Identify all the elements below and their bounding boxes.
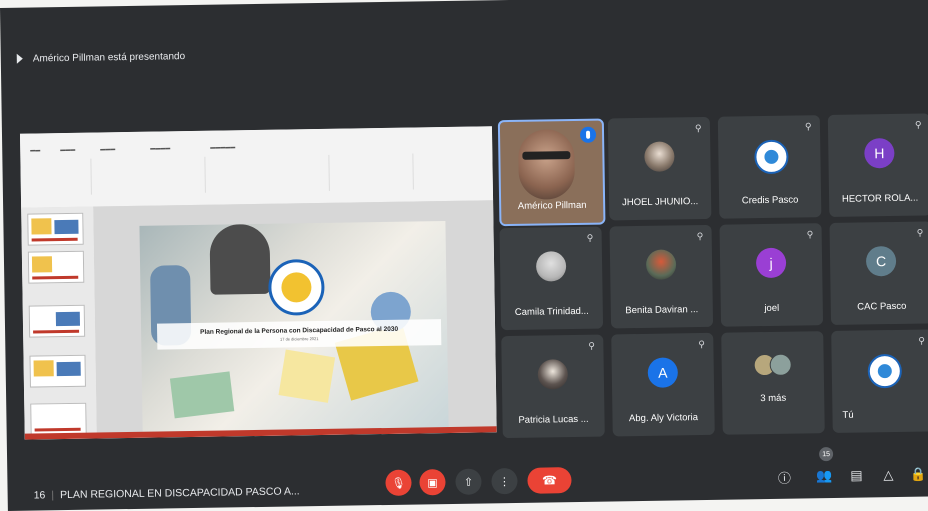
participant-name: Américo Pillman <box>517 199 587 212</box>
mic-toggle-button[interactable]: 🎙 <box>385 469 412 497</box>
slide-thumb[interactable] <box>27 250 85 284</box>
more-options-button[interactable]: ⋮ <box>491 467 518 495</box>
avatar: H <box>864 137 895 169</box>
participant-name: HECTOR ROLA... <box>841 192 919 205</box>
slide-photo: Plan Regional de la Persona con Discapac… <box>139 221 449 432</box>
activities-icon[interactable]: △ <box>879 466 897 484</box>
avatar <box>644 141 675 172</box>
participant-tile[interactable]: ⚲ Patricia Lucas ... <box>501 334 605 439</box>
logo-icon <box>267 258 325 316</box>
present-indicator-icon <box>16 53 23 64</box>
meeting-name: PLAN REGIONAL EN DISCAPACIDAD PASCO A... <box>59 485 300 502</box>
participant-name: Tú <box>842 409 854 421</box>
ribbon-group <box>94 156 206 195</box>
people-icon[interactable]: 👥 <box>815 467 833 485</box>
avatar <box>537 359 569 390</box>
participant-tile[interactable]: ⚲ H HECTOR ROLA... <box>827 113 928 217</box>
meet-window: Américo Pillman está presentando ▬▬ ▬▬▬ … <box>0 0 928 511</box>
ribbon-tab: ▬▬ <box>30 147 41 154</box>
mic-off-icon: ⚲ <box>694 122 702 134</box>
self-tile[interactable]: ⚲ Tú <box>831 329 928 433</box>
slide-thumb[interactable] <box>30 402 87 436</box>
participant-photo <box>517 128 576 200</box>
present-button[interactable]: ⇧ <box>455 468 482 495</box>
avatar-stack <box>753 353 794 377</box>
avatar: A <box>647 357 679 388</box>
ribbon-group <box>208 154 330 193</box>
participant-tile[interactable]: ⚲ A Abg. Aly Victoria <box>611 332 715 437</box>
participant-name: JHOEL JHUNIO... <box>621 196 699 209</box>
hangup-button[interactable]: ☎ <box>527 467 572 494</box>
ribbon-tab: ▬▬▬▬ <box>150 145 171 152</box>
mic-off-icon: ⚲ <box>696 230 704 242</box>
info-icon[interactable]: ⓘ <box>775 468 793 486</box>
ribbon-tab: ▬▬▬ <box>60 146 76 154</box>
mic-off-icon: ⚲ <box>586 232 594 243</box>
participant-tile[interactable]: ⚲ Camila Trinidad... <box>499 226 604 331</box>
slide-thumb[interactable] <box>28 304 86 338</box>
participant-name: joel <box>764 302 780 315</box>
mic-off-icon: ⚲ <box>804 121 812 132</box>
mic-off-icon: ⚲ <box>806 229 814 240</box>
presenting-text: Américo Pillman está presentando <box>32 50 186 64</box>
chat-icon[interactable]: ▤ <box>847 466 865 484</box>
participant-name: Benita Daviran ... <box>625 304 699 317</box>
participant-name: 3 más <box>760 392 787 405</box>
participant-name: CAC Pasco <box>857 300 907 313</box>
control-bar: 16 | PLAN REGIONAL EN DISCAPACIDAD PASCO A… <box>7 445 928 511</box>
more-participants-tile[interactable]: 3 más <box>721 331 825 435</box>
shared-screen[interactable]: ▬▬ ▬▬▬ ▬▬▬ ▬▬▬▬ ▬▬▬▬▬ Plan Regional de l <box>19 126 497 440</box>
participant-tile[interactable]: Américo Pillman <box>497 118 606 227</box>
slide-thumb[interactable] <box>29 354 86 388</box>
ribbon-group <box>332 153 414 191</box>
ppt-ribbon: ▬▬ ▬▬▬ ▬▬▬ ▬▬▬▬ ▬▬▬▬▬ <box>19 126 494 209</box>
participant-tile[interactable]: ⚲ Credis Pasco <box>717 115 822 219</box>
ribbon-tab: ▬▬▬▬▬ <box>210 144 236 151</box>
slide-thumbnails <box>21 206 97 440</box>
participant-name: Credis Pasco <box>741 194 799 207</box>
slide-title-box: Plan Regional de la Persona con Discapac… <box>156 319 442 350</box>
avatar <box>645 249 677 280</box>
participant-tile[interactable]: ⚲ j joel <box>719 223 824 327</box>
mic-off-icon: ⚲ <box>698 338 706 350</box>
slide-thumb[interactable] <box>27 212 84 246</box>
lock-icon[interactable]: 🔒 <box>909 465 927 483</box>
avatar <box>535 251 567 282</box>
participant-tile[interactable]: ⚲ C CAC Pasco <box>829 221 928 325</box>
participants-count-badge: 15 <box>818 446 834 462</box>
speaking-icon <box>579 126 597 143</box>
meeting-info: 16 | PLAN REGIONAL EN DISCAPACIDAD PASCO A… <box>33 485 300 502</box>
mic-off-icon: ⚲ <box>918 335 926 346</box>
mic-off-icon: ⚲ <box>914 119 922 130</box>
participant-tile[interactable]: ⚲ JHOEL JHUNIO... <box>607 116 712 221</box>
avatar: j <box>755 247 787 279</box>
participant-name: Camila Trinidad... <box>514 305 589 318</box>
meeting-time: 16 <box>33 489 46 502</box>
camera-toggle-button[interactable]: ▣ <box>419 469 446 496</box>
participant-name: Abg. Aly Victoria <box>628 412 699 425</box>
mic-off-icon: ⚲ <box>916 227 924 238</box>
ribbon-tab: ▬▬▬ <box>100 146 116 153</box>
participant-name: Patricia Lucas ... <box>518 413 589 426</box>
participant-tile[interactable]: ⚲ Benita Daviran ... <box>609 224 714 329</box>
presenting-banner: Américo Pillman está presentando <box>15 45 186 70</box>
slide-canvas: Plan Regional de la Persona con Discapac… <box>93 200 497 439</box>
avatar: C <box>865 245 897 277</box>
avatar <box>867 353 903 389</box>
ribbon-group <box>30 158 92 196</box>
mic-off-icon: ⚲ <box>588 340 596 351</box>
avatar <box>754 139 789 175</box>
